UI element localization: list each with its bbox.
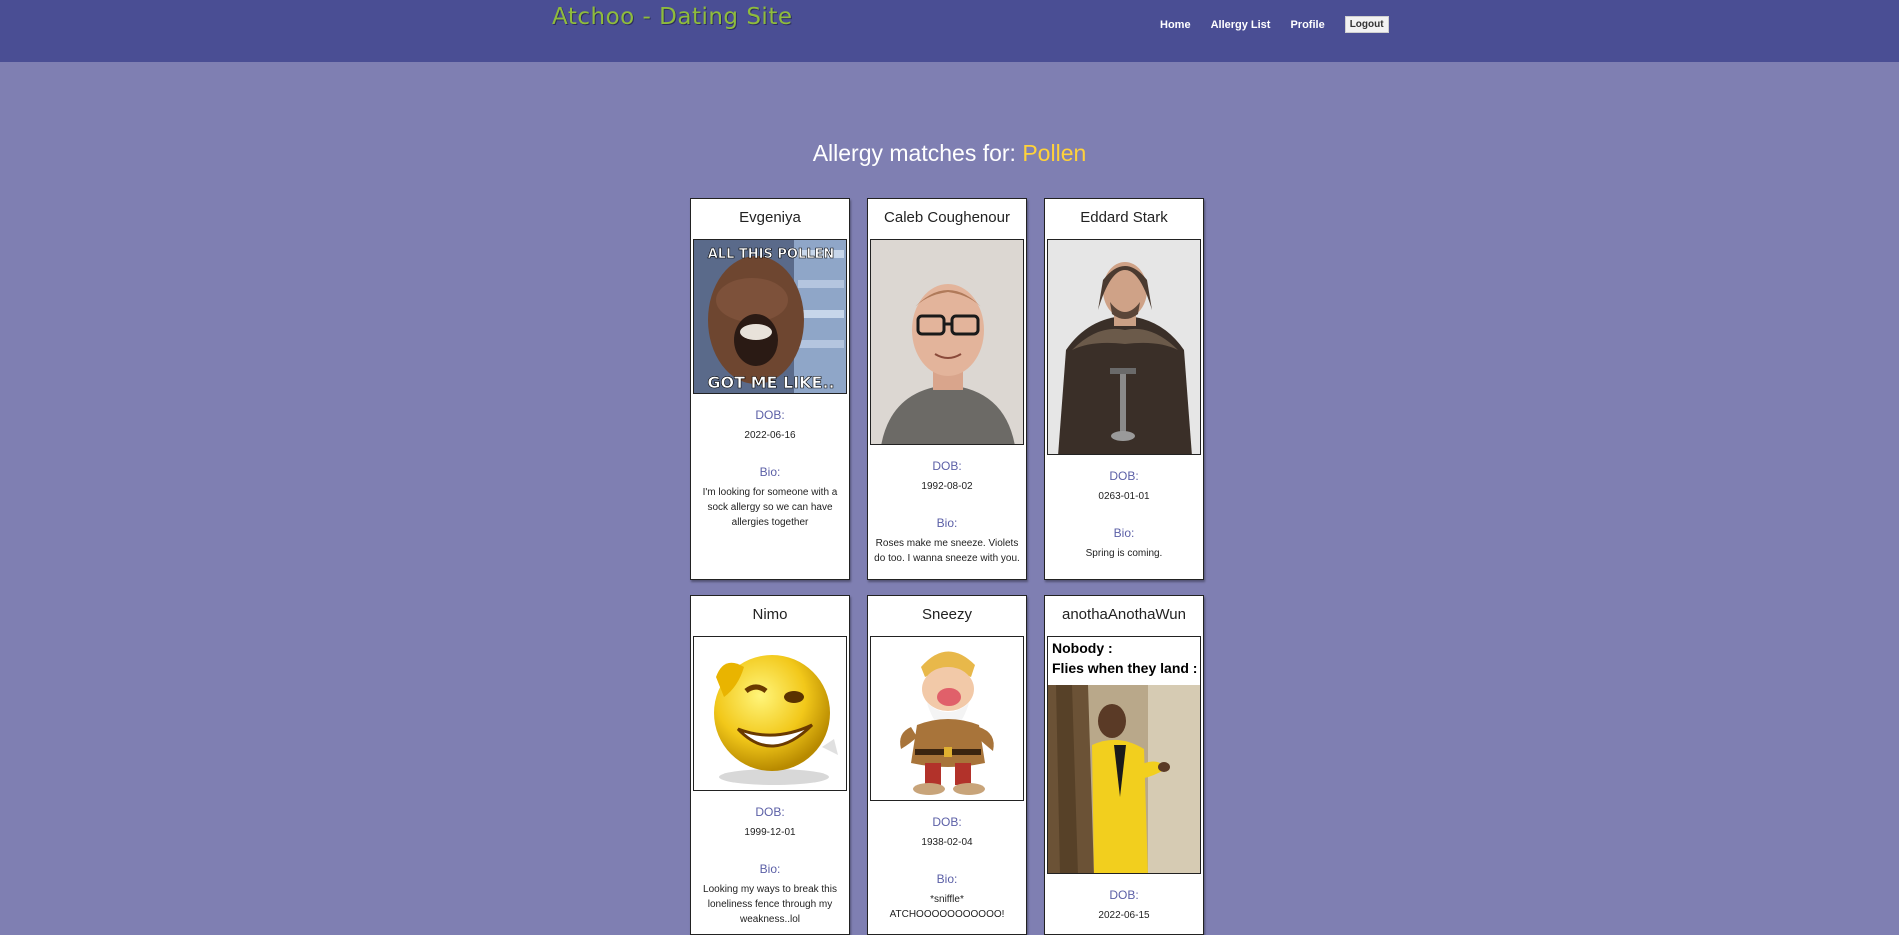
- nav-allergy-list-link[interactable]: Allergy List: [1211, 19, 1271, 31]
- dob-value: 1999-12-01: [744, 827, 796, 838]
- dob-value: 0263-01-01: [1098, 491, 1150, 502]
- bio-label: Bio:: [1113, 526, 1135, 540]
- dob-label: DOB:: [1109, 469, 1139, 483]
- match-photo: [870, 636, 1024, 801]
- match-card[interactable]: Sneezy DOB: 1938-02-04 Bio: *sniffle* AT…: [867, 595, 1027, 935]
- bio-label: Bio:: [936, 872, 958, 886]
- dob-value: 1992-08-02: [921, 481, 973, 492]
- dob-label: DOB:: [1109, 888, 1139, 902]
- meme-text-bottom: GOT ME LIKE..: [707, 373, 834, 392]
- meme-text-top: Nobody :: [1052, 640, 1113, 656]
- match-photo: [1047, 239, 1201, 455]
- match-card[interactable]: anothaAnothaWun Nobody : Flies when they…: [1044, 595, 1204, 935]
- dob-value: 2022-06-16: [744, 430, 796, 441]
- match-photo: [870, 239, 1024, 445]
- dob-label: DOB:: [932, 459, 962, 473]
- bio-label: Bio:: [936, 516, 958, 530]
- bio-text: I'm looking for someone with a sock alle…: [702, 487, 838, 528]
- nav-menu: Home Allergy List Profile Logout: [1160, 16, 1389, 33]
- bio-label: Bio:: [759, 862, 781, 876]
- logout-button[interactable]: Logout: [1344, 16, 1389, 33]
- match-photo: [693, 636, 847, 791]
- match-name: Sneezy: [921, 606, 973, 623]
- match-card[interactable]: Nimo DOB: 1999-12-01 Bio: Looking my way…: [690, 595, 850, 935]
- match-card[interactable]: Evgeniya ALL THIS POLLEN GOT ME LIKE.. D…: [690, 198, 850, 580]
- dob-label: DOB:: [932, 815, 962, 829]
- bio-text: *sniffle* ATCHOOOOOOOOOOO!: [889, 894, 1005, 920]
- meme-text-bottom: Flies when they land :: [1052, 660, 1197, 676]
- meme-text-top: ALL THIS POLLEN: [708, 247, 835, 262]
- nav-home-link[interactable]: Home: [1160, 19, 1191, 31]
- match-photo: Nobody : Flies when they land :: [1047, 636, 1201, 874]
- match-name: Nimo: [752, 606, 788, 623]
- match-card[interactable]: Caleb Coughenour DOB: 1992-08-02 Bio: Ro…: [867, 198, 1027, 580]
- match-photo: ALL THIS POLLEN GOT ME LIKE..: [693, 239, 847, 394]
- nav-profile-link[interactable]: Profile: [1290, 19, 1324, 31]
- page-title: Allergy matches for: Pollen: [0, 140, 1899, 167]
- match-name: anothaAnothaWun: [1062, 606, 1186, 623]
- bio-text: Spring is coming.: [1085, 548, 1163, 559]
- match-card[interactable]: Eddard Stark DOB: 0263-01-01 Bio: Spring…: [1044, 198, 1204, 580]
- bio-text: Looking my ways to break this loneliness…: [703, 884, 837, 925]
- page-title-prefix: Allergy matches for:: [812, 140, 1016, 166]
- bio-text: Roses make me sneeze. Violets do too. I …: [874, 538, 1020, 564]
- bio-label: Bio:: [759, 465, 781, 479]
- allergy-name: Pollen: [1022, 140, 1087, 166]
- match-name: Caleb Coughenour: [884, 209, 1010, 226]
- dob-label: DOB:: [755, 805, 785, 819]
- dob-label: DOB:: [755, 408, 785, 422]
- top-navbar: Atchoo - Dating Site Home Allergy List P…: [0, 0, 1899, 62]
- match-name: Evgeniya: [739, 209, 801, 226]
- match-name: Eddard Stark: [1080, 209, 1168, 226]
- dob-value: 1938-02-04: [921, 837, 973, 848]
- site-brand[interactable]: Atchoo - Dating Site: [552, 4, 793, 30]
